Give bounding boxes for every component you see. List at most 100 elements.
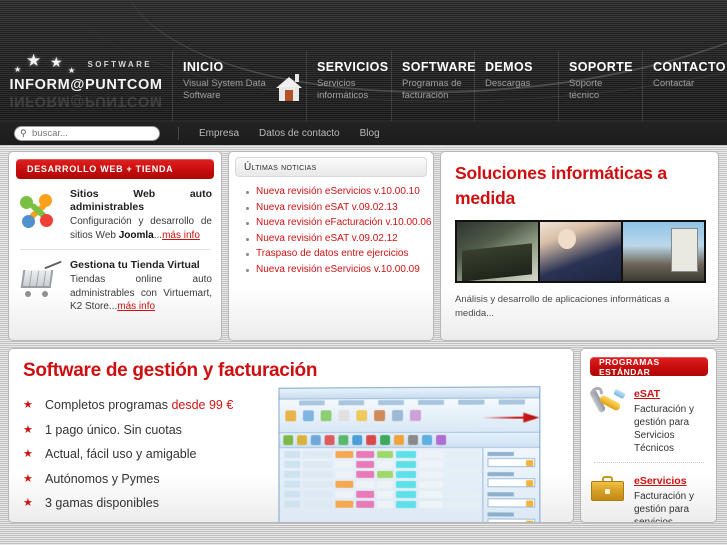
nav-item-soporte-title: SOPORTE: [569, 60, 633, 74]
subnav-item-datos-de-contacto[interactable]: Datos de contacto: [259, 128, 340, 139]
product-item-esat[interactable]: eSAT Facturación y gestión para Servicio…: [588, 376, 708, 455]
standard-programs-header: PROGRAMAS ESTÁNDAR: [590, 357, 708, 377]
feature-item: ★ 1 pago único. Sin cuotas: [23, 423, 273, 437]
product-item-eservicios[interactable]: eServicios Facturación y gestión para se…: [590, 463, 708, 523]
feature-item: ★ Actual, fácil uso y amigable: [23, 447, 273, 461]
nav-item-demos[interactable]: DEMOS Descargas: [474, 51, 558, 121]
promo-item-tienda-virtual-text: Tiendas online auto administrables con V…: [70, 273, 212, 314]
news-panel-header: Últimas noticias: [235, 157, 427, 177]
search-icon: ⚲: [20, 128, 27, 138]
subnav-item-blog[interactable]: Blog: [360, 128, 380, 139]
team-with-laptop-photo: [540, 222, 621, 281]
nav-item-software[interactable]: SOFTWARE Programas de facturación: [391, 51, 477, 121]
secondary-navigation: ⚲ Empresa Datos de contacto Blog: [0, 121, 727, 145]
nav-item-inicio-title: INICIO: [183, 60, 224, 74]
promo-ellipsis-0: ...: [153, 229, 163, 241]
star-bullet-icon: ★: [23, 497, 33, 509]
joomla-icon: [18, 188, 70, 242]
hands-on-keyboard-photo: [457, 222, 538, 281]
nav-item-demos-title: DEMOS: [485, 60, 533, 74]
briefcase-icon: [590, 471, 634, 522]
news-panel: Últimas noticias Nueva revisión eServici…: [228, 151, 434, 341]
office-whiteboard-photo: [623, 222, 704, 281]
feature-item: ★ 3 gamas disponibles: [23, 496, 273, 510]
promo-item-tienda-virtual[interactable]: Gestiona tu Tienda Virtual Tiendas onlin…: [16, 250, 214, 314]
subnav-item-empresa[interactable]: Empresa: [199, 128, 239, 139]
product-link-eservicios[interactable]: eServicios: [634, 475, 687, 487]
feature-item: ★ Autónomos y Pymes: [23, 472, 273, 486]
star-bullet-icon: ★: [23, 423, 33, 436]
star-icon-4: ★: [68, 66, 76, 75]
feature-item: ★ Completos programas desde 99 €: [23, 398, 273, 412]
solutions-photo-strip: [455, 220, 706, 283]
search-box[interactable]: ⚲: [14, 126, 160, 141]
page-content: DESARROLLO WEB + TIENDA Sitios Web auto …: [0, 145, 727, 523]
product-link-esat[interactable]: eSAT: [634, 388, 660, 400]
site-logo[interactable]: ★ ★ ★ ★ SOFTWARE INFORM@PUNTCOM INFORM@P…: [0, 52, 172, 121]
content-row-top: DESARROLLO WEB + TIENDA Sitios Web auto …: [8, 151, 719, 341]
standard-programs-panel: PROGRAMAS ESTÁNDAR eSAT Facturación y ge…: [580, 348, 717, 523]
promo-link-mas-info-1[interactable]: más info: [117, 301, 155, 312]
nav-item-contacto[interactable]: CONTACTO Contactar: [642, 51, 727, 121]
nav-item-demos-subtitle: Descargas: [485, 78, 531, 89]
nav-item-software-title: SOFTWARE: [402, 60, 477, 74]
solutions-banner-panel: Soluciones informáticas a medida Análisi…: [440, 151, 719, 341]
content-row-bottom: Software de gestión y facturación ★ Compl…: [8, 348, 719, 523]
management-software-title: Software de gestión y facturación: [23, 360, 318, 381]
star-icon-3: ★: [50, 54, 63, 70]
feature-text: Actual, fácil uso y amigable: [45, 447, 197, 461]
promo-link-mas-info-0[interactable]: más info: [162, 230, 200, 241]
main-navigation: INICIO Visual System Data Software SERVI…: [172, 51, 727, 121]
promo-ellipsis-1: ...: [108, 301, 118, 312]
promo-bold-0: Joomla: [118, 229, 154, 241]
shopping-cart-icon: [18, 259, 70, 314]
feature-text: Completos programas: [45, 398, 172, 412]
nav-item-contacto-subtitle: Contactar: [653, 78, 695, 89]
feature-text: 1 pago único. Sin cuotas: [45, 422, 182, 437]
nav-item-servicios[interactable]: SERVICIOS Servicios informáticos: [306, 51, 391, 121]
management-software-panel: Software de gestión y facturación ★ Compl…: [8, 348, 574, 523]
star-icon-1: ★: [14, 65, 22, 74]
promo-item-sitios-web-text: Configuración y desarrollo de sitios Web…: [70, 215, 212, 242]
subnav-divider: [178, 127, 179, 140]
product-desc-eservicios: Facturación y gestión para servicios: [634, 491, 695, 523]
news-item[interactable]: Nueva revisión eSAT v.09.02.12: [245, 233, 425, 244]
nav-item-servicios-title: SERVICIOS: [317, 60, 389, 74]
logo-tagline: SOFTWARE: [87, 60, 152, 69]
application-screenshot: [278, 386, 541, 522]
logo-name: INFORM@PUNTCOM: [9, 77, 163, 93]
promo-item-sitios-web[interactable]: Sitios Web auto administrables Configura…: [16, 179, 214, 242]
features-list: ★ Completos programas desde 99 € ★ 1 pago …: [23, 398, 273, 510]
star-icon-2: ★: [26, 51, 42, 70]
news-item[interactable]: Traspaso de datos entre ejercicios: [245, 248, 425, 259]
nav-item-contacto-title: CONTACTO: [653, 60, 726, 74]
logo-reflection: INFORM@PUNTCOM: [9, 93, 163, 109]
web-development-panel-header: DESARROLLO WEB + TIENDA: [16, 159, 214, 179]
red-arrow-annotation: [482, 413, 539, 423]
web-development-panel: DESARROLLO WEB + TIENDA Sitios Web auto …: [8, 151, 222, 341]
promo-item-tienda-virtual-title: Gestiona tu Tienda Virtual: [70, 259, 200, 271]
promo-item-sitios-web-title: Sitios Web auto administrables: [70, 188, 212, 213]
feature-text: 3 gamas disponibles: [45, 496, 159, 510]
nav-item-soporte[interactable]: SOPORTE Soporte técnico: [558, 51, 642, 121]
nav-item-soporte-subtitle: Soporte técnico: [569, 78, 603, 101]
tools-icon: [588, 384, 634, 455]
product-desc-esat: Facturación y gestión para Servicios Téc…: [634, 404, 695, 454]
nav-item-software-subtitle: Programas de facturación: [402, 78, 462, 101]
site-header: ★ ★ ★ ★ SOFTWARE INFORM@PUNTCOM INFORM@P…: [0, 0, 727, 121]
feature-text: Autónomos y Pymes: [45, 471, 160, 486]
nav-item-inicio[interactable]: INICIO Visual System Data Software: [172, 51, 306, 121]
star-bullet-icon: ★: [23, 399, 33, 411]
search-input[interactable]: [32, 128, 150, 139]
news-list: Nueva revisión eServicios v.10.00.10 Nue…: [235, 177, 431, 275]
solutions-banner-title: Soluciones informáticas a medida: [455, 163, 667, 208]
news-item[interactable]: Nueva revisión eServicios v.10.00.10: [245, 186, 425, 197]
news-item[interactable]: Nueva revisión eServicios v.10.00.09: [245, 264, 425, 275]
house-icon: [276, 73, 302, 103]
star-bullet-icon: ★: [23, 472, 33, 485]
news-item[interactable]: Nueva revisión eFacturación v.10.00.06: [245, 217, 431, 228]
feature-highlight: desde 99 €: [171, 398, 234, 412]
news-item[interactable]: Nueva revisión eSAT v.09.02.13: [245, 202, 425, 213]
solutions-banner-caption: Análisis y desarrollo de aplicaciones in…: [455, 294, 670, 319]
star-bullet-icon: ★: [23, 448, 33, 460]
